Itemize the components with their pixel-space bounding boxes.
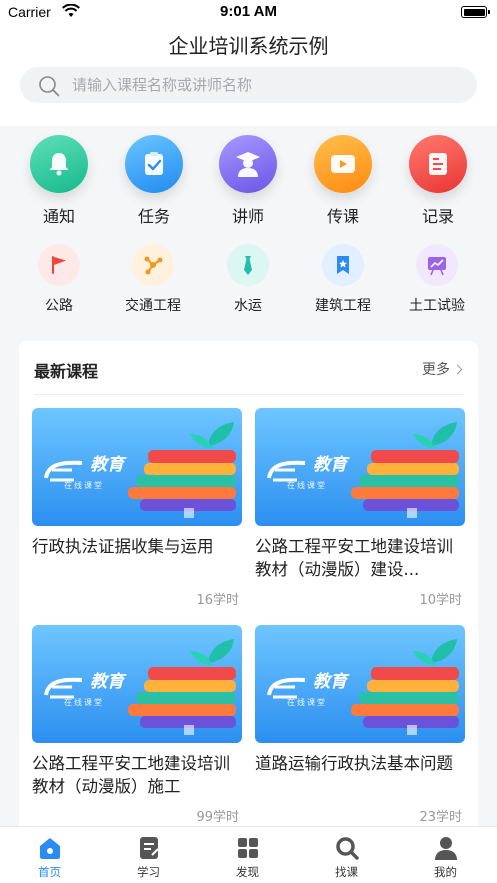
category-geotechnical-test[interactable]: 土工试验 — [391, 244, 483, 315]
category-label: 公路 — [45, 298, 73, 314]
search-icon — [39, 76, 60, 97]
search-bar[interactable] — [20, 67, 477, 103]
course-hours: 10学时 — [419, 593, 462, 608]
course-card[interactable]: 教育 在线课堂 公路工程平安工地建设培训教材（动漫版）建设... 10学时 — [255, 408, 465, 608]
more-link[interactable]: 更多 — [422, 359, 463, 379]
category-label: 建筑工程 — [315, 298, 371, 314]
function-label: 记录 — [421, 207, 454, 226]
function-upload-course[interactable]: 传课 — [303, 135, 383, 227]
course-title: 行政执法证据收集与运用 — [32, 537, 214, 556]
teacher-icon — [219, 135, 277, 193]
books-illustration-icon — [44, 639, 236, 735]
tab-label: 找课 — [335, 865, 358, 879]
function-task[interactable]: 任务 — [114, 135, 194, 227]
chevron-right-icon — [452, 364, 463, 375]
record-icon — [409, 135, 467, 193]
flag-icon — [38, 244, 80, 286]
tie-icon — [227, 244, 269, 286]
nodes-icon — [132, 244, 174, 286]
status-bar: Carrier 9:01 AM — [0, 0, 497, 26]
tab-find-course[interactable]: 找课 — [297, 827, 396, 883]
more-label: 更多 — [422, 362, 450, 378]
thumbnail-subtitle: 在线课堂 — [64, 481, 104, 490]
course-card[interactable]: 教育 在线课堂 道路运输行政执法基本问题 23学时 — [255, 625, 465, 825]
tab-bar: 首页 学习 发现 找课 我的 — [0, 826, 497, 883]
course-thumbnail: 教育 在线课堂 — [32, 408, 242, 526]
bell-icon — [30, 135, 88, 193]
function-label: 讲师 — [231, 207, 264, 226]
course-hours: 16学时 — [196, 593, 239, 608]
category-construction[interactable]: 建筑工程 — [297, 244, 389, 315]
bookmark-icon — [322, 244, 364, 286]
course-title: 道路运输行政执法基本问题 — [255, 754, 453, 773]
tab-study[interactable]: 学习 — [99, 827, 198, 883]
tab-profile[interactable]: 我的 — [396, 827, 495, 883]
course-hours: 99学时 — [196, 810, 239, 825]
function-grid: 通知 任务 讲师 传课 记录 公路 交通工程 水运 建筑工程 土工试验 — [0, 126, 497, 336]
books-illustration-icon — [267, 639, 459, 735]
profile-icon — [434, 837, 457, 860]
tab-home[interactable]: 首页 — [0, 827, 99, 883]
books-illustration-icon — [44, 422, 236, 518]
latest-courses-card: 最新课程 更多 教育 在线课堂 行政执法证据收集与运用 16学时 教育 在线课堂… — [19, 341, 478, 841]
category-label: 土工试验 — [409, 298, 465, 314]
tab-discover[interactable]: 发现 — [198, 827, 297, 883]
course-card[interactable]: 教育 在线课堂 公路工程平安工地建设培训教材（动漫版）施工 99学时 — [32, 625, 242, 825]
task-icon — [125, 135, 183, 193]
course-thumbnail: 教育 在线课堂 — [32, 625, 242, 743]
tab-label: 首页 — [38, 865, 61, 879]
course-hours: 23学时 — [419, 810, 462, 825]
discover-icon — [237, 838, 258, 858]
category-label: 交通工程 — [125, 298, 181, 314]
search-input[interactable] — [72, 67, 461, 103]
thumbnail-brand: 教育 — [313, 455, 347, 475]
clock: 9:01 AM — [220, 3, 277, 20]
tab-label: 学习 — [137, 865, 160, 879]
section-title: 最新课程 — [34, 362, 99, 381]
category-label: 水运 — [234, 298, 262, 314]
header: 企业培训系统示例 — [0, 26, 497, 126]
course-thumbnail: 教育 在线课堂 — [255, 625, 465, 743]
category-highway[interactable]: 公路 — [13, 244, 105, 315]
function-notice[interactable]: 通知 — [19, 135, 99, 227]
thumbnail-subtitle: 在线课堂 — [287, 698, 327, 707]
divider — [34, 394, 463, 395]
battery-icon — [461, 6, 490, 18]
course-title: 公路工程平安工地建设培训教材（动漫版）施工 — [32, 754, 230, 796]
function-label: 通知 — [42, 207, 75, 226]
thumbnail-subtitle: 在线课堂 — [287, 481, 327, 490]
thumbnail-brand: 教育 — [90, 672, 124, 692]
course-title: 公路工程平安工地建设培训教材（动漫版）建设... — [255, 537, 453, 579]
category-water-transport[interactable]: 水运 — [202, 244, 294, 315]
find-course-icon — [335, 837, 359, 860]
thumbnail-brand: 教育 — [313, 672, 347, 692]
video-icon — [314, 135, 372, 193]
study-icon — [139, 837, 159, 859]
books-illustration-icon — [267, 422, 459, 518]
category-traffic-engineering[interactable]: 交通工程 — [107, 244, 199, 315]
function-label: 传课 — [326, 207, 359, 226]
thumbnail-subtitle: 在线课堂 — [64, 698, 104, 707]
chart-board-icon — [416, 244, 458, 286]
home-icon — [39, 838, 60, 859]
function-teacher[interactable]: 讲师 — [208, 135, 288, 227]
tab-label: 发现 — [236, 865, 259, 879]
function-label: 任务 — [137, 207, 170, 226]
thumbnail-brand: 教育 — [90, 455, 124, 475]
course-thumbnail: 教育 在线课堂 — [255, 408, 465, 526]
page-title: 企业培训系统示例 — [168, 34, 329, 58]
function-record[interactable]: 记录 — [398, 135, 478, 227]
tab-label: 我的 — [434, 865, 457, 879]
course-card[interactable]: 教育 在线课堂 行政执法证据收集与运用 16学时 — [32, 408, 242, 608]
